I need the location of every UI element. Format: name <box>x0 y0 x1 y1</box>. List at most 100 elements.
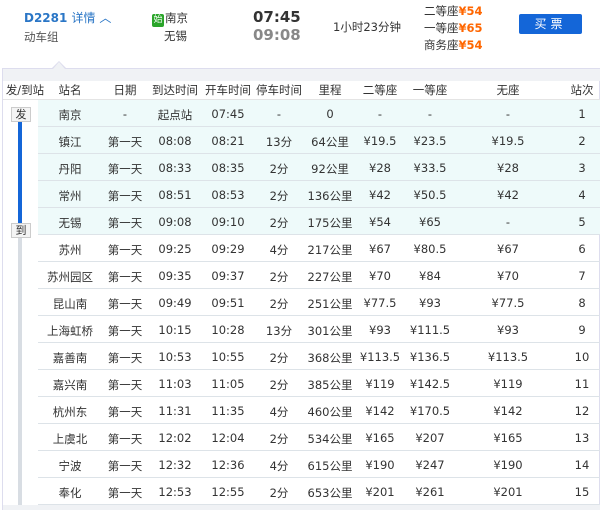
table-cell: 杭州东 <box>52 405 88 419</box>
table-row: 苏州园区 第一天 09:35 09:37 2分 227公里 ¥70 ¥84 ¥70 7 <box>38 262 600 289</box>
table-cell: 11 <box>574 377 590 391</box>
table-cell: 2分 <box>269 378 289 392</box>
table-row: 上虞北 第一天 12:02 12:04 2分 534公里 ¥165 ¥207 ¥165 13 <box>38 424 600 451</box>
table-cell: 175公里 <box>307 216 353 230</box>
table-cell: ¥201 <box>493 485 523 499</box>
table-cell: 2 <box>578 134 586 148</box>
table-cell: 无锡 <box>58 216 82 230</box>
table-cell: 07:45 <box>211 107 245 121</box>
table-cell: 13 <box>574 431 590 445</box>
table-cell: ¥165 <box>365 431 395 445</box>
table-cell: ¥70 <box>497 269 519 283</box>
table-cell: 第一天 <box>107 405 143 419</box>
panel-top-band <box>3 69 600 81</box>
train-summary: D2281 详情 ︿ 动车组 始南京 无锡 07:45 09:08 1小时23分… <box>0 0 600 60</box>
table-cell: 301公里 <box>307 324 353 338</box>
table-cell: ¥19.5 <box>363 134 397 148</box>
table-cell: 12 <box>574 404 590 418</box>
table-cell: ¥67 <box>369 242 391 256</box>
table-cell: ¥165 <box>493 431 523 445</box>
table-cell: 09:25 <box>158 242 192 256</box>
table-cell: 第一天 <box>107 486 143 500</box>
table-cell: 12:55 <box>211 485 245 499</box>
table-cell: 第一天 <box>107 297 143 311</box>
table-cell: ¥67 <box>497 242 519 256</box>
column-header: 发/到站 <box>5 83 45 97</box>
table-cell: ¥54 <box>369 215 391 229</box>
table-cell: 08:21 <box>211 134 245 148</box>
table-cell: 615公里 <box>307 459 353 473</box>
table-cell: 11:31 <box>158 404 192 418</box>
column-header: 站次 <box>570 83 594 97</box>
detail-toggle[interactable]: 详情 ︿ <box>72 11 112 25</box>
route-remaining-line <box>18 226 22 505</box>
table-cell: ¥42 <box>497 188 519 202</box>
table-row: 丹阳 第一天 08:33 08:35 2分 92公里 ¥28 ¥33.5 ¥28 3 <box>38 154 600 181</box>
duration: 1小时23分钟 <box>333 20 401 34</box>
table-cell: 8 <box>578 296 586 310</box>
table-row: 嘉兴南 第一天 11:03 11:05 2分 385公里 ¥119 ¥142.5 ¥119 11 <box>38 370 600 397</box>
table-cell: 11:03 <box>158 377 192 391</box>
table-cell: 苏州园区 <box>47 270 93 284</box>
arrive-tag: 到 <box>11 223 31 238</box>
table-cell: 136公里 <box>307 189 353 203</box>
table-cell: 09:08 <box>158 215 192 229</box>
table-cell: 4分 <box>269 459 289 473</box>
table-cell: ¥142.5 <box>409 377 451 391</box>
arrive-time: 09:08 <box>253 26 301 44</box>
table-cell: - <box>505 107 511 121</box>
train-number[interactable]: D2281 详情 ︿ <box>24 9 111 26</box>
table-cell: 第一天 <box>107 216 143 230</box>
table-cell: 丹阳 <box>58 162 82 176</box>
table-cell: 第一天 <box>107 189 143 203</box>
table-cell: ¥207 <box>415 431 445 445</box>
chevron-up-icon: ︿ <box>99 11 112 25</box>
depart-time: 07:45 <box>253 8 301 26</box>
table-cell: 第一天 <box>107 459 143 473</box>
column-header: 到达时间 <box>152 83 198 97</box>
table-cell: 第一天 <box>107 432 143 446</box>
table-cell: ¥113.5 <box>487 350 529 364</box>
stops-table: 南京 - 起点站 07:45-0- - -1 镇江 第一天 08:08 08:21 13分 64公里 ¥… <box>38 100 600 505</box>
table-cell: 09:29 <box>211 242 245 256</box>
table-cell: ¥261 <box>415 485 445 499</box>
table-cell: 2分 <box>269 270 289 284</box>
start-badge-icon: 始 <box>152 14 164 27</box>
seat-prices: 二等座¥54 一等座¥65 商务座¥54 <box>424 3 483 54</box>
table-cell: 64公里 <box>311 135 349 149</box>
table-cell: 2分 <box>269 216 289 230</box>
table-cell: ¥77.5 <box>491 296 525 310</box>
price-business-class: 商务座¥54 <box>424 38 483 52</box>
table-cell: 9 <box>578 323 586 337</box>
table-cell: ¥77.5 <box>363 296 397 310</box>
table-cell: ¥70 <box>369 269 391 283</box>
table-row: 杭州东 第一天 11:31 11:35 4分 460公里 ¥142 ¥170.5 ¥142 12 <box>38 397 600 424</box>
table-cell: 08:33 <box>158 161 192 175</box>
table-cell: ¥80.5 <box>413 242 447 256</box>
table-cell: 227公里 <box>307 270 353 284</box>
table-cell: ¥170.5 <box>409 404 451 418</box>
table-cell: 15 <box>574 485 590 499</box>
table-cell: 13分 <box>265 135 293 149</box>
table-row: 南京 - 起点站 07:45 - 0 - - - 1 <box>38 100 600 127</box>
table-cell: 起点站 <box>157 108 193 122</box>
table-header: 发/到站 站名 日期 到达时间 开车时间 停车时间 里程 二等座 一等座 无座 站次 <box>3 81 600 100</box>
buy-ticket-button[interactable]: 买票 <box>519 14 582 34</box>
table-cell: ¥23.5 <box>413 134 447 148</box>
column-header: 日期 <box>113 83 137 97</box>
table-cell: - <box>505 215 511 229</box>
table-cell: - <box>276 107 282 121</box>
table-cell: 2分 <box>269 189 289 203</box>
table-cell: 2分 <box>269 486 289 500</box>
table-cell: 5 <box>578 215 586 229</box>
table-cell: 12:32 <box>158 458 192 472</box>
table-cell: 08:35 <box>211 161 245 175</box>
table-cell: 4分 <box>269 405 289 419</box>
table-cell: 上海虹桥 <box>47 324 93 338</box>
table-cell: ¥93 <box>497 323 519 337</box>
table-cell: 昆山南 <box>52 297 88 311</box>
table-cell: 奉化 <box>58 486 82 500</box>
table-cell: 251公里 <box>307 297 353 311</box>
table-cell: ¥119 <box>365 377 395 391</box>
table-cell: ¥111.5 <box>409 323 451 337</box>
